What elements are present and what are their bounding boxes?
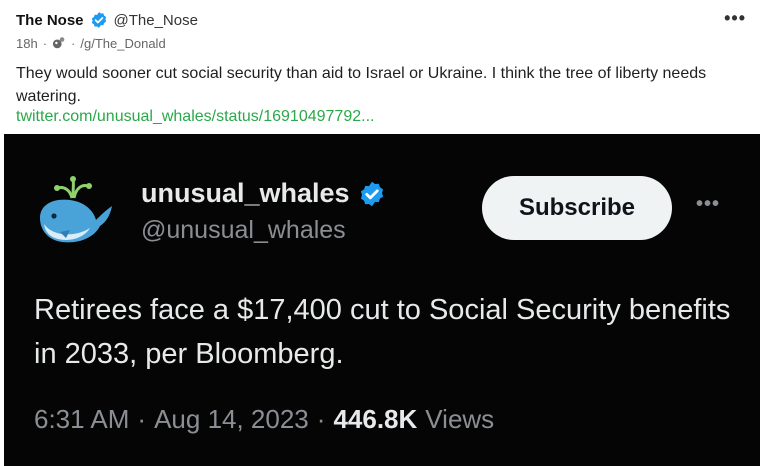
post-link[interactable]: twitter.com/unusual_whales/status/169104… xyxy=(16,106,374,128)
whale-avatar-icon xyxy=(34,176,116,246)
post-header: The Nose @The_Nose xyxy=(16,9,198,31)
embed-name-row: unusual_whales xyxy=(141,178,386,209)
more-options-icon[interactable]: ••• xyxy=(724,9,746,27)
author-name[interactable]: The Nose xyxy=(16,12,84,29)
author-handle[interactable]: @The_Nose xyxy=(114,12,198,29)
embed-views-count: 446.8K xyxy=(333,404,418,434)
verified-badge-icon xyxy=(358,180,386,208)
embed-tweet-meta: 6:31 AM · Aug 14, 2023 · 446.8K Views xyxy=(34,404,495,434)
embed-date: Aug 14, 2023 xyxy=(154,404,309,434)
embedded-tweet-image[interactable]: unusual_whales @unusual_whales Subscribe… xyxy=(4,134,760,466)
verified-badge-icon xyxy=(90,11,108,29)
embed-author-handle: @unusual_whales xyxy=(141,216,346,244)
embed-more-icon: ••• xyxy=(696,193,721,215)
embed-views-label: Views xyxy=(425,404,495,434)
embed-author-name: unusual_whales xyxy=(141,178,350,208)
post-meta: 18h · · /g/The_Donald xyxy=(16,35,166,51)
post-body: They would sooner cut social security th… xyxy=(16,65,707,105)
subscribe-button: Subscribe xyxy=(482,176,672,240)
post-time: 18h xyxy=(16,35,38,51)
community-icon xyxy=(52,36,66,50)
embed-time: 6:31 AM xyxy=(34,404,130,434)
community-link[interactable]: /g/The_Donald xyxy=(80,36,165,51)
embed-tweet-text: Retirees face a $17,400 cut to Social Se… xyxy=(34,294,731,370)
